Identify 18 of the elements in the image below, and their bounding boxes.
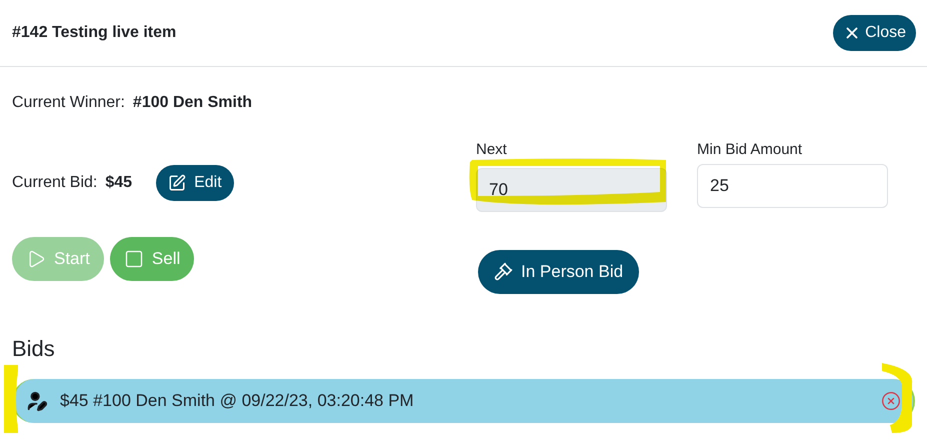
bid-text: $45 #100 Den Smith @ 09/22/23, 03:20:48 PM xyxy=(60,390,415,412)
input-field[interactable]: 25 xyxy=(697,164,888,208)
gavel-icon xyxy=(494,262,513,281)
close-button[interactable]: Close xyxy=(833,15,916,51)
edit-button[interactable]: Edit xyxy=(156,165,234,201)
winner-label: Current Winner: xyxy=(12,93,125,113)
current-bid-label: Current Bid: xyxy=(12,173,98,193)
remove-icon[interactable] xyxy=(881,390,901,410)
edit-icon xyxy=(168,174,186,192)
field-label: Min Bid Amount xyxy=(697,140,804,160)
dialog-title: #142 Testing live item xyxy=(12,23,176,43)
winner-value: #100 Den Smith xyxy=(132,93,252,113)
bids-heading: Bids xyxy=(11,334,56,362)
field-label: Next xyxy=(476,140,508,160)
user-edit-icon xyxy=(26,390,48,412)
current-bid-value: $45 xyxy=(105,173,132,193)
square-icon xyxy=(124,249,144,269)
in-person-bid-button[interactable]: In Person Bid xyxy=(478,250,640,294)
